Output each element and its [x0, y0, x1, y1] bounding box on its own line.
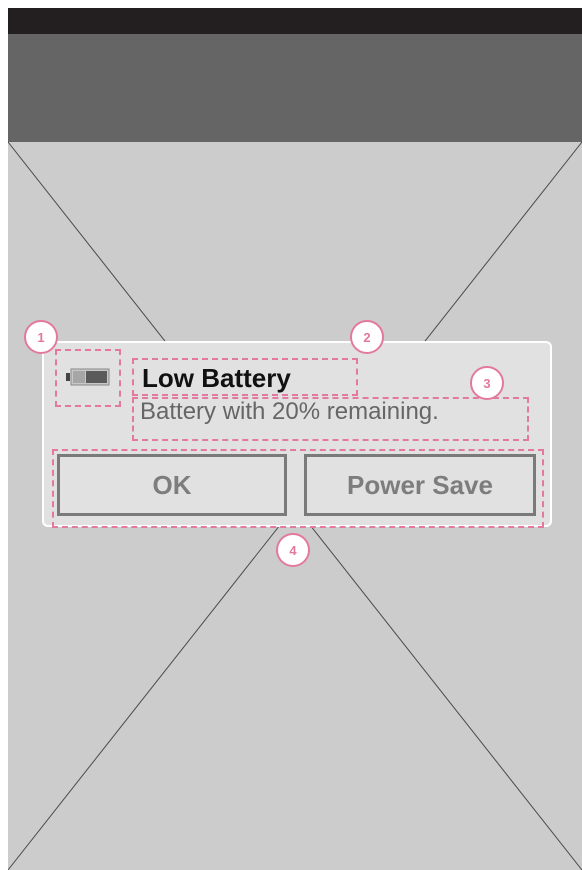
callout-marker-3: 3 [470, 366, 504, 400]
callout-box-buttons [52, 449, 544, 528]
callout-box-message [132, 397, 529, 441]
action-bar [8, 34, 582, 142]
callout-marker-1: 1 [24, 320, 58, 354]
callout-box-title [132, 358, 358, 396]
callout-marker-4: 4 [276, 533, 310, 567]
callout-marker-2: 2 [350, 320, 384, 354]
status-bar [8, 8, 582, 34]
callout-box-icon [55, 349, 121, 407]
